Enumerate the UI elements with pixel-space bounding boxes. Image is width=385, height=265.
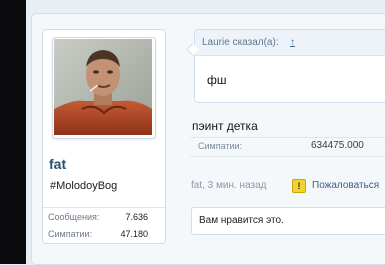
stat-value: 47.180 <box>120 229 148 239</box>
likes-summary: Вам нравится это. <box>191 207 385 235</box>
stat-label: Сообщения: <box>48 212 100 222</box>
divider <box>190 137 385 138</box>
quote-jump-link[interactable]: ↑ <box>290 37 295 48</box>
divider <box>190 156 385 157</box>
left-dark-strip <box>0 0 26 264</box>
custom-field-value: 634475.000 <box>311 140 364 151</box>
quote-block: Laurie сказал(а): ↑ фш <box>194 29 385 103</box>
stat-value: 7.636 <box>125 212 148 222</box>
stat-label: Симпатии: <box>48 229 93 239</box>
message-text: пэинт детка <box>192 119 258 133</box>
user-title: #MolodoyBog <box>50 180 118 192</box>
quote-header: Laurie сказал(а): ↑ <box>195 30 385 56</box>
quote-author: Laurie сказал(а): <box>202 37 279 48</box>
warning-icon[interactable]: ! <box>292 179 306 193</box>
quote-text: фш <box>207 73 227 87</box>
custom-field-label: Симпатии: <box>198 141 243 151</box>
username[interactable]: fat <box>49 156 66 172</box>
user-info-box: fat #MolodoyBog Сообщения: 7.636 Симпати… <box>42 29 166 244</box>
report-link[interactable]: Пожаловаться <box>312 180 379 191</box>
avatar[interactable] <box>52 37 156 139</box>
avatar-photo <box>54 39 152 135</box>
stat-row-likes: Симпатии: 47.180 <box>43 225 165 242</box>
user-stats: Сообщения: 7.636 Симпатии: 47.180 <box>43 207 165 242</box>
stat-row-messages: Сообщения: 7.636 <box>43 208 165 225</box>
post-meta[interactable]: fat, 3 мин. назад <box>191 180 267 191</box>
likes-text: Вам нравится это. <box>199 215 284 226</box>
